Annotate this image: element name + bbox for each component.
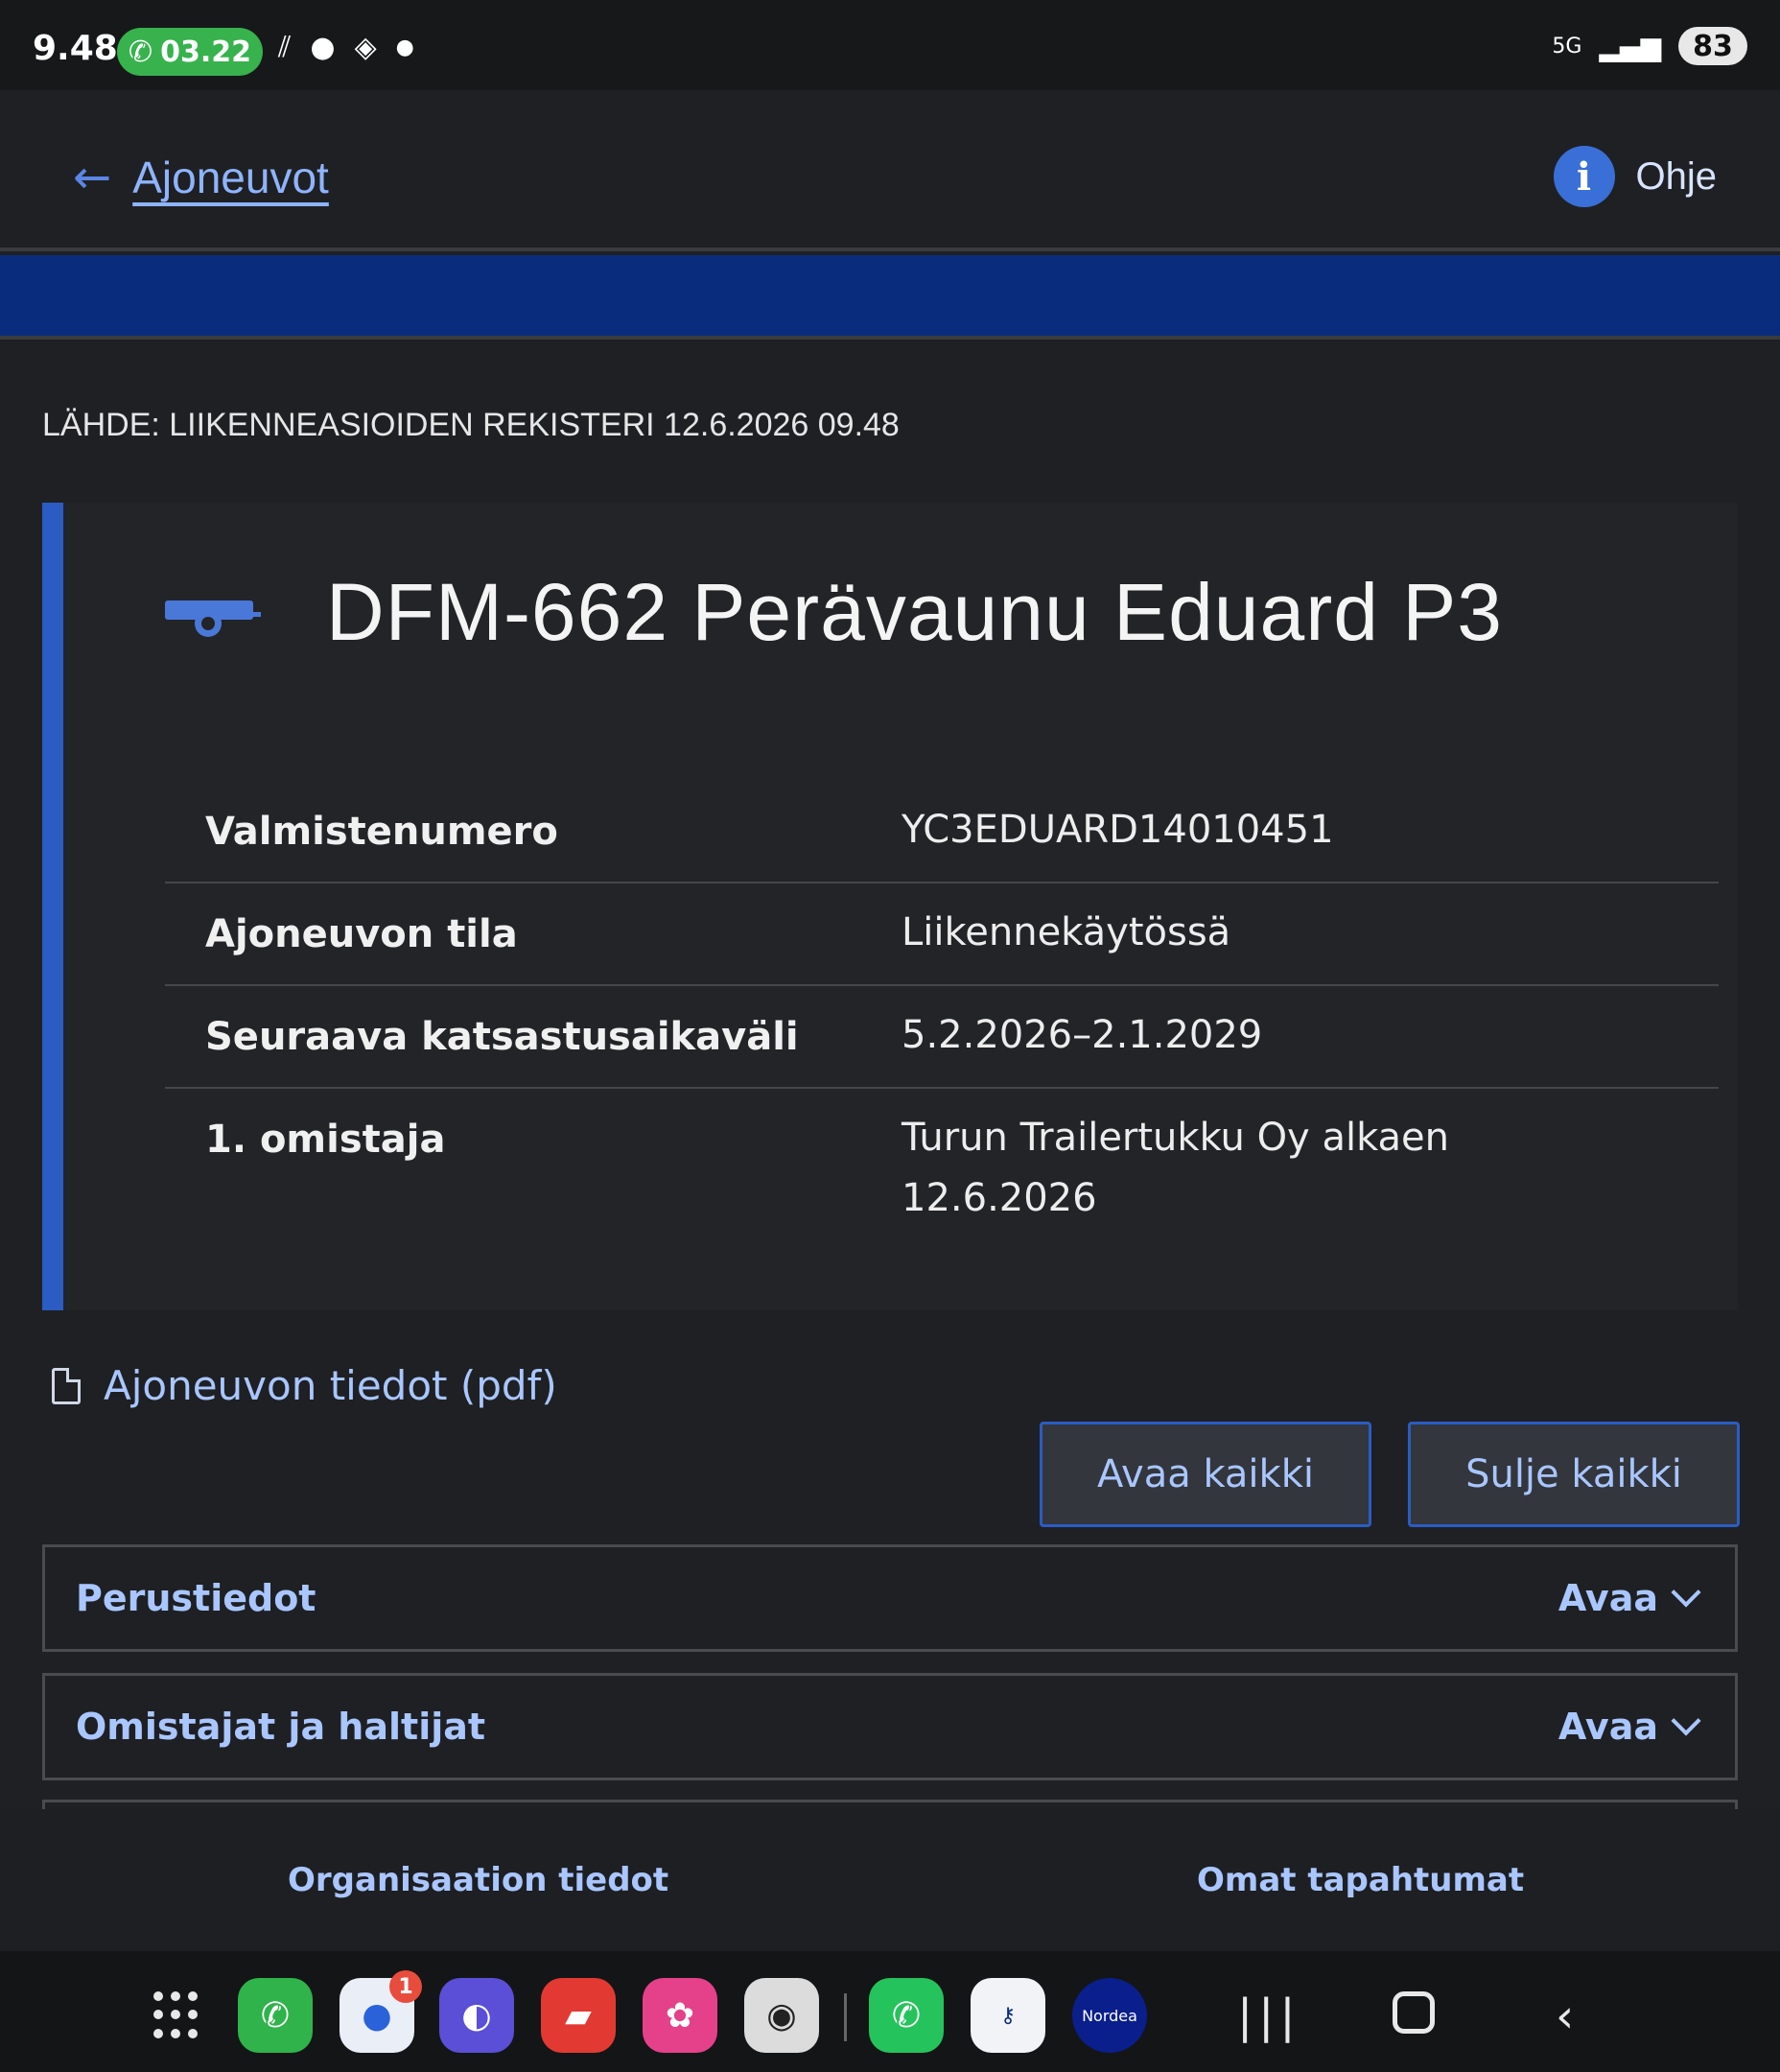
status-right: 5G ▂▄▆ 83	[1552, 27, 1747, 65]
nordea-codes-icon[interactable]: ⚷	[971, 1978, 1045, 2053]
nav-organization-info[interactable]: Organisaation tiedot	[288, 1861, 668, 1899]
accordion-toggle-label: Avaa	[1558, 1577, 1658, 1619]
accordion-toggle[interactable]: Avaa	[1558, 1706, 1701, 1748]
detail-key: Valmistenumero	[205, 810, 558, 854]
close-all-button[interactable]: Sulje kaikki	[1408, 1422, 1740, 1527]
notes-icon[interactable]: ▰	[541, 1978, 616, 2053]
messages-icon[interactable]: ● 1	[340, 1970, 422, 2053]
recent-apps-icon[interactable]: |||	[1237, 1990, 1301, 2043]
pdf-link-label[interactable]: Ajoneuvon tiedot (pdf)	[104, 1362, 557, 1409]
nordea-app-label: Nordea	[1082, 2006, 1137, 2025]
sound-wave-icon: ⫽	[278, 31, 292, 64]
network-type: 5G	[1552, 34, 1582, 59]
vehicle-title: DFM-662 Perävaunu Eduard P3	[326, 567, 1503, 657]
detail-row: Ajoneuvon tila Liikennekäytössä	[165, 883, 1719, 986]
more-dot-icon: ●	[395, 35, 414, 59]
detail-value: Liikennekäytössä	[902, 910, 1231, 954]
browser-icon[interactable]: ◐	[439, 1978, 514, 2053]
signal-icon: ▂▄▆	[1599, 30, 1661, 62]
trailer-icon	[165, 600, 261, 637]
app-drawer-icon[interactable]	[153, 1991, 201, 2039]
accordion-toggle-label: Avaa	[1558, 1706, 1658, 1748]
open-all-button[interactable]: Avaa kaikki	[1040, 1422, 1371, 1527]
source-line: LÄHDE: LIIKENNEASIOIDEN REKISTERI 12.6.2…	[42, 407, 900, 443]
app-header: ← Ajoneuvot i Ohje	[0, 90, 1780, 251]
detail-key: Seuraava katsastusaikaväli	[205, 1015, 799, 1059]
bottom-navigation: Organisaation tiedot Omat tapahtumat	[0, 1809, 1780, 1951]
document-icon	[52, 1367, 81, 1404]
clock: 9.48	[33, 29, 118, 68]
phone-icon: ✆	[128, 35, 153, 69]
stack-icon: ◈	[354, 31, 377, 64]
status-bar: 9.48 ✆ 03.22 ⫽ ● ◈ ● 5G ▂▄▆ 83	[0, 0, 1780, 90]
taskbar-divider	[844, 1993, 847, 2041]
notification-icons: ⫽ ● ◈ ●	[278, 31, 414, 64]
phone-icon[interactable]: ✆	[238, 1978, 313, 2053]
hero-band	[0, 255, 1780, 340]
accordion-title: Perustiedot	[76, 1577, 316, 1619]
back-link-label[interactable]: Ajoneuvot	[132, 152, 329, 203]
vehicle-card: DFM-662 Perävaunu Eduard P3 Valmistenume…	[42, 503, 1738, 1310]
app-screen: 9.48 ✆ 03.22 ⫽ ● ◈ ● 5G ▂▄▆ 83 ← Ajoneuv…	[0, 0, 1780, 2072]
camera-icon[interactable]: ◉	[744, 1978, 819, 2053]
detail-row: 1. omistaja Turun Trailertukku Oy alkaen…	[165, 1089, 1719, 1233]
home-icon[interactable]	[1393, 1991, 1435, 2034]
accordion-title: Omistajat ja haltijat	[76, 1706, 486, 1748]
detail-row: Valmistenumero YC3EDUARD14010451	[165, 781, 1719, 883]
help-label: Ohje	[1635, 154, 1718, 198]
nordea-icon[interactable]: Nordea	[1072, 1978, 1147, 2053]
call-timer: 03.22	[160, 35, 252, 69]
help-button[interactable]: i Ohje	[1553, 146, 1718, 207]
back-link[interactable]: ← Ajoneuvot	[73, 152, 329, 203]
gallery-icon[interactable]: ✿	[643, 1978, 717, 2053]
detail-row: Seuraava katsastusaikaväli 5.2.2026–2.1.…	[165, 986, 1719, 1089]
vehicle-pdf-link[interactable]: Ajoneuvon tiedot (pdf)	[52, 1362, 557, 1409]
info-icon: i	[1553, 146, 1615, 207]
back-nav-icon[interactable]: ‹	[1556, 1990, 1574, 2043]
vehicle-details-table: Valmistenumero YC3EDUARD14010451 Ajoneuv…	[165, 781, 1719, 1233]
detail-key: 1. omistaja	[205, 1118, 446, 1162]
whatsapp-icon[interactable]: ✆	[869, 1978, 944, 2053]
taskbar: ✆ ● 1 ◐ ▰ ✿ ◉ ✆ ⚷ Nordea ||| ‹	[0, 1951, 1780, 2072]
nav-own-events[interactable]: Omat tapahtumat	[1197, 1861, 1524, 1899]
battery-indicator: 83	[1678, 27, 1747, 65]
detail-key: Ajoneuvon tila	[205, 912, 518, 956]
detail-value: Turun Trailertukku Oy alkaen 12.6.2026	[902, 1116, 1449, 1220]
detail-value: 5.2.2026–2.1.2029	[902, 1013, 1263, 1057]
chevron-down-icon	[1671, 1577, 1701, 1608]
arrow-left-icon: ←	[73, 151, 112, 204]
chat-bubble-icon: ●	[310, 31, 336, 64]
messages-badge: 1	[389, 1970, 422, 2003]
chevron-down-icon	[1671, 1706, 1701, 1736]
accordion-toggle[interactable]: Avaa	[1558, 1577, 1701, 1619]
ongoing-call-chip[interactable]: ✆ 03.22	[117, 28, 263, 76]
accordion-basic-info[interactable]: Perustiedot Avaa	[42, 1544, 1738, 1652]
detail-value: YC3EDUARD14010451	[902, 808, 1334, 852]
accordion-owners[interactable]: Omistajat ja haltijat Avaa	[42, 1673, 1738, 1780]
